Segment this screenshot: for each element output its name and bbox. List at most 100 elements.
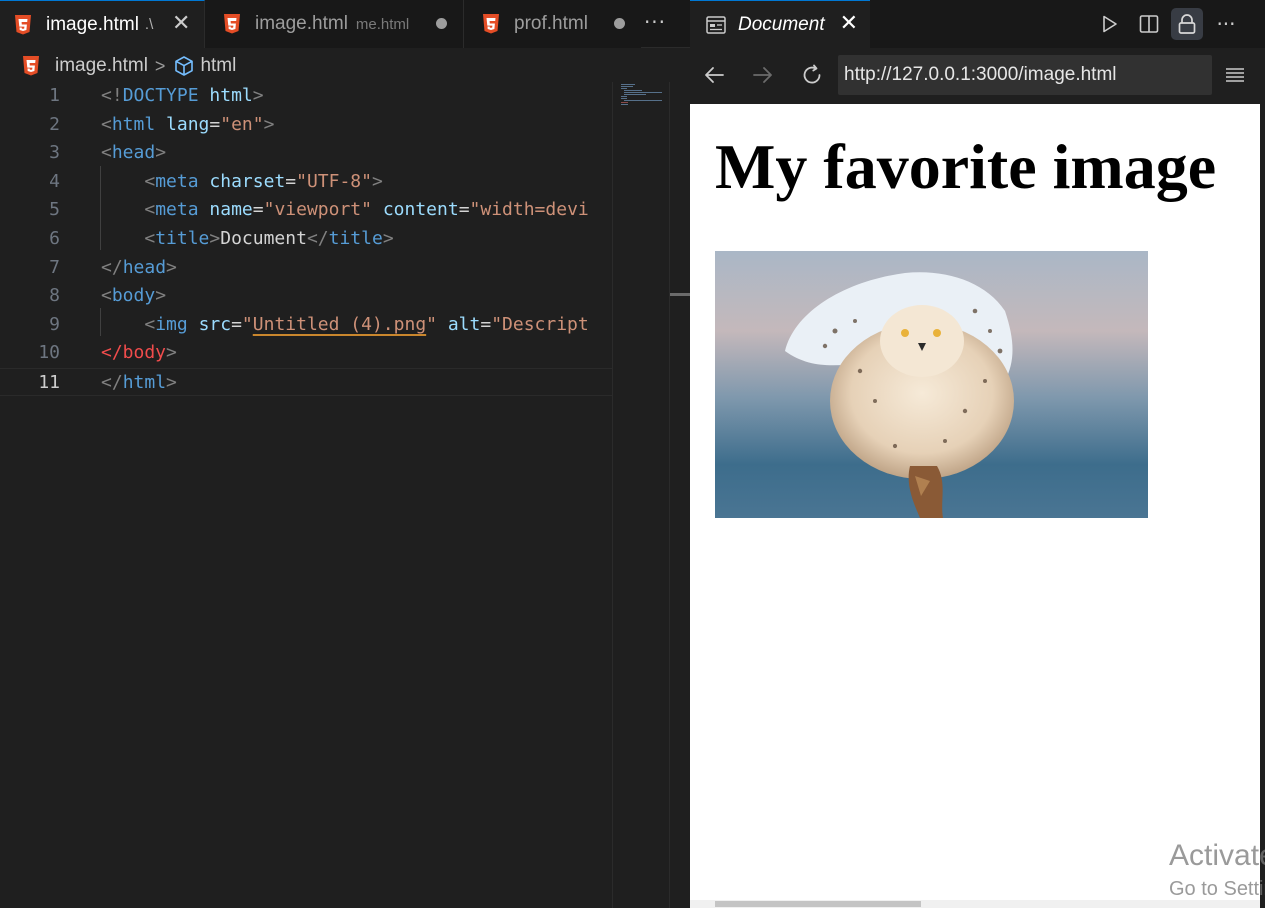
code-token: </ xyxy=(306,228,329,249)
line-number: 4 xyxy=(49,170,60,192)
code-token: head xyxy=(111,142,156,164)
line-number: 7 xyxy=(49,256,60,278)
html5-icon xyxy=(224,14,240,34)
reload-icon[interactable] xyxy=(797,60,827,90)
code-token: "viewport" xyxy=(263,199,372,221)
more-icon[interactable]: ··· xyxy=(1210,8,1242,40)
scroll-position-marker xyxy=(670,293,691,296)
code-text: <body> xyxy=(101,282,166,310)
code-token: = xyxy=(458,199,470,221)
code-token: html xyxy=(111,113,156,135)
code-token: > xyxy=(371,170,383,192)
menu-icon[interactable] xyxy=(1224,61,1250,89)
modified-dot-icon[interactable] xyxy=(614,18,625,29)
code-token: < xyxy=(144,170,156,192)
page-heading: My favorite image xyxy=(715,131,1217,202)
scrollbar-thumb[interactable] xyxy=(715,901,921,907)
play-icon[interactable] xyxy=(1093,8,1125,40)
minimap[interactable] xyxy=(612,82,670,908)
code-token: DOCTYPE xyxy=(122,85,199,106)
tab-label: image.html xyxy=(255,13,348,34)
code-token: lang xyxy=(166,113,210,135)
code-token: title xyxy=(328,228,383,249)
code-token: body xyxy=(111,285,156,307)
code-token: Document xyxy=(220,228,307,249)
code-token: meta xyxy=(155,199,199,221)
breadcrumb-separator: > xyxy=(154,55,166,76)
code-token: </body xyxy=(101,342,167,364)
code-text: <html lang="en"> xyxy=(101,111,274,139)
code-token: </ xyxy=(101,256,123,278)
line-number: 11 xyxy=(38,372,60,393)
back-icon[interactable] xyxy=(699,60,729,90)
breadcrumb-symbol[interactable]: html xyxy=(200,55,236,77)
tab-prof-html[interactable]: prof.html xyxy=(464,0,641,48)
more-icon[interactable]: ··· xyxy=(640,10,670,38)
code-line[interactable]: 11 </html> xyxy=(0,368,612,396)
code-token: img xyxy=(155,313,188,335)
breadcrumb: image.html > html xyxy=(22,52,236,80)
code-area[interactable]: 1 <!DOCTYPE html> 2 <html lang="en"> 3 <head>… xyxy=(0,82,612,908)
code-line[interactable]: 4 <meta charset="UTF-8"> xyxy=(0,168,612,196)
code-line[interactable]: 6 <title>Document</title> xyxy=(0,225,612,253)
split-editor-icon[interactable] xyxy=(1133,8,1165,40)
code-token: < xyxy=(101,113,112,135)
code-token: Untitled (4).png xyxy=(252,313,427,335)
browser-nav-bar: http://127.0.0.1:3000/image.html xyxy=(690,48,1265,104)
close-icon[interactable]: ✕ xyxy=(172,13,192,35)
code-line[interactable]: 2 <html lang="en"> xyxy=(0,111,612,139)
code-token: = xyxy=(209,113,221,135)
code-token: title xyxy=(155,228,210,249)
modified-dot-icon[interactable] xyxy=(436,18,447,29)
code-line[interactable]: 8 <body> xyxy=(0,282,612,310)
tab-image-html-me[interactable]: image.html me.html xyxy=(205,0,464,48)
code-token: "UTF-8" xyxy=(296,170,372,192)
line-number: 2 xyxy=(49,113,60,135)
watermark-line1: Activate xyxy=(1169,839,1265,872)
tab-description: me.html xyxy=(355,15,410,33)
document-icon xyxy=(706,15,726,34)
line-number: 1 xyxy=(49,85,60,106)
code-token: > xyxy=(166,256,177,278)
editor-scrollbar[interactable] xyxy=(669,82,691,908)
breadcrumb-file[interactable]: image.html xyxy=(55,55,148,77)
code-token: = xyxy=(252,199,264,221)
preview-tab-label: Document xyxy=(738,13,825,35)
code-line[interactable]: 7 </head> xyxy=(0,254,612,282)
preview-tab-bar: Document ✕ ··· xyxy=(690,0,1265,48)
code-line[interactable]: 3 <head> xyxy=(0,139,612,167)
tab-image-html-active[interactable]: image.html .\ ✕ xyxy=(0,0,205,48)
code-token: < xyxy=(101,142,112,164)
code-line[interactable]: 1 <!DOCTYPE html> xyxy=(0,82,612,110)
code-line[interactable]: 10 </body> xyxy=(0,339,612,367)
code-token: content xyxy=(382,199,459,221)
code-text: </body> xyxy=(101,339,177,367)
rendered-page: My favorite image xyxy=(690,104,1260,900)
close-icon[interactable]: ✕ xyxy=(840,13,858,35)
code-line[interactable]: 5 <meta name="viewport" content="width=d… xyxy=(0,196,612,224)
line-number: 9 xyxy=(49,313,60,335)
code-token: > xyxy=(155,285,167,307)
code-token: html xyxy=(209,85,253,106)
address-bar[interactable]: http://127.0.0.1:3000/image.html xyxy=(838,55,1212,95)
code-token: " xyxy=(241,313,253,335)
code-token: > xyxy=(252,85,264,106)
code-token: = xyxy=(231,313,242,335)
code-line[interactable]: 9 <img src="Untitled (4).png" alt="Descr… xyxy=(0,311,612,339)
forward-icon[interactable] xyxy=(748,60,778,90)
code-text: <img src="Untitled (4).png" alt="Descrip… xyxy=(101,311,588,339)
html5-icon xyxy=(23,56,39,76)
lock-icon[interactable] xyxy=(1171,8,1203,40)
code-token: > xyxy=(155,142,167,164)
tab-document-preview[interactable]: Document ✕ xyxy=(690,0,870,48)
code-text: <title>Document</title> xyxy=(101,225,393,253)
line-number: 3 xyxy=(49,142,60,164)
